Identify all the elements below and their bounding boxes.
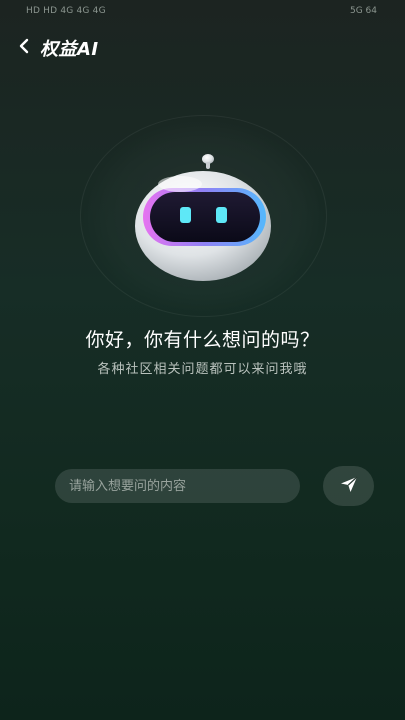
send-icon bbox=[339, 474, 359, 498]
greeting-heading: 你好，你有什么想问的吗？ bbox=[85, 329, 320, 351]
question-input-wrapper bbox=[55, 469, 300, 503]
send-button[interactable] bbox=[323, 466, 374, 506]
robot-mascot bbox=[130, 148, 275, 283]
header: 权益AI bbox=[0, 30, 405, 66]
question-input[interactable] bbox=[55, 469, 300, 503]
chevron-left-icon bbox=[18, 38, 30, 58]
status-bar-right: 5G 64 bbox=[349, 6, 377, 16]
greeting-subtitle: 各种社区相关问题都可以来问我哦 bbox=[97, 362, 308, 377]
page-title: 权益AI bbox=[40, 39, 99, 60]
status-bar: HD HD 4G 4G 4G 5G 64 bbox=[0, 0, 405, 22]
status-bar-left: HD HD 4G 4G 4G bbox=[26, 6, 106, 16]
back-button[interactable] bbox=[12, 34, 36, 62]
